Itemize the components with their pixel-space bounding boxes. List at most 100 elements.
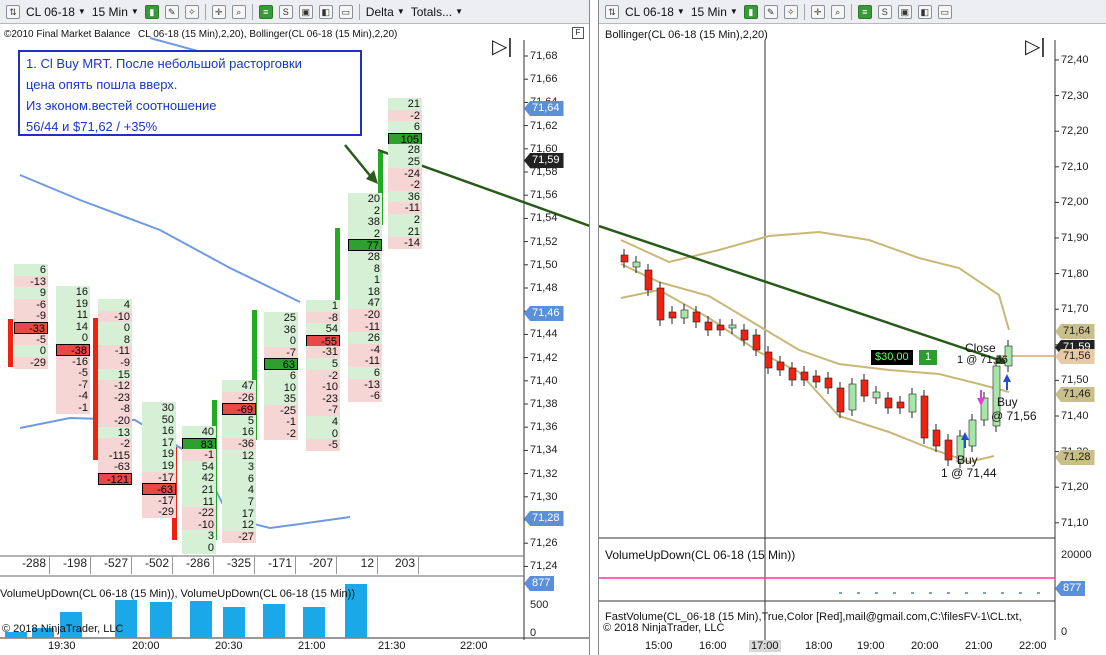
footprint-cell: -25 <box>264 404 298 417</box>
footprint-cell: 15 <box>98 368 132 381</box>
buy-detail: 1 @ 71,44 <box>941 466 997 480</box>
candle-body <box>800 371 809 381</box>
footprint-cell: 28 <box>388 144 422 157</box>
time-axis-label: 20:00 <box>911 640 939 652</box>
candle-body <box>764 351 773 369</box>
time-axis-label: 21:00 <box>298 640 326 652</box>
footprint-cell: -10 <box>98 310 132 323</box>
volume-tick <box>965 592 968 594</box>
footprint-cell: 6 <box>14 264 48 276</box>
footprint-cell: -2 <box>388 109 422 122</box>
volume-tick <box>857 592 860 594</box>
price-axis-label: 72,00 <box>1061 196 1089 209</box>
volume-bar <box>223 607 245 638</box>
volume-axis-label: 0 <box>530 627 537 639</box>
position-qty[interactable]: 1 <box>919 350 937 365</box>
volume-caption: VolumeUpDown(CL 06-18 (15 Min)) <box>605 548 796 562</box>
footprint-cell: -17 <box>142 494 176 507</box>
footprint-cell: 2 <box>348 227 382 240</box>
delta-total-cell: -325 <box>214 556 255 574</box>
footprint-cell: 1 <box>348 274 382 287</box>
delta-total-cell: -198 <box>50 556 91 574</box>
volume-price-tag: 877 <box>524 576 555 591</box>
volume-tick <box>911 592 914 594</box>
volume-tick <box>893 592 896 594</box>
footprint-cell: -11 <box>348 320 382 333</box>
candle-body <box>944 439 953 461</box>
price-axis-label: 71,52 <box>530 235 558 248</box>
footprint-cell: -5 <box>306 439 340 452</box>
price-axis-label: 71,90 <box>1061 232 1089 244</box>
candle-body <box>872 391 881 399</box>
footprint-cell: -11 <box>98 345 132 358</box>
footprint-cell: 21 <box>388 225 422 238</box>
delta-total-cell: -288 <box>0 556 50 574</box>
footprint-cell: 5 <box>222 414 256 427</box>
footprint-cell: 2 <box>348 204 382 217</box>
price-axis-label: 71,48 <box>530 282 558 294</box>
delta-total-cell: -527 <box>91 556 132 574</box>
footprint-cell: 54 <box>306 323 340 336</box>
volume-price-tag: 877 <box>1055 581 1086 596</box>
price-axis-label: 71,68 <box>530 50 558 62</box>
footprint-cell: 42 <box>182 472 216 485</box>
footprint-cell: -29 <box>14 356 48 369</box>
footprint-cell: 83 <box>182 437 216 451</box>
candle-bar <box>8 319 13 367</box>
footprint-cell: -16 <box>56 355 90 368</box>
close-label: Close <box>965 341 996 355</box>
footprint-cell: -11 <box>348 355 382 368</box>
footprint-cell: 21 <box>388 98 422 110</box>
footprint-cell: -9 <box>14 310 48 323</box>
footprint-cell: 5 <box>306 358 340 370</box>
candle-body <box>908 393 917 413</box>
candle-body <box>656 287 665 321</box>
footprint-cell: -6 <box>14 298 48 311</box>
footprint-cell: -20 <box>348 309 382 321</box>
footprint-cell: -7 <box>56 378 90 391</box>
time-axis-label: 18:00 <box>805 640 833 652</box>
footprint-cell: -13 <box>14 275 48 288</box>
volume-tick <box>929 592 932 594</box>
delta-total-cell: -502 <box>132 556 173 574</box>
right-chart-panel: ⇅ CL 06-18 ▼ 15 Min ▼ ▮ ✎ ✧ ✛ ⌕ ≡ S ▣ ◧ ▭ … <box>598 0 1106 655</box>
footprint-cell: -4 <box>56 390 90 403</box>
candle-body <box>896 401 905 409</box>
footprint-cell: -2 <box>98 438 132 451</box>
footprint-cell: 10 <box>264 381 298 394</box>
bollinger-middle <box>620 263 1010 393</box>
footprint-cell: -7 <box>264 346 298 359</box>
footprint-cell: 63 <box>264 358 298 371</box>
volume-tick <box>875 592 878 594</box>
footprint-cell: 40 <box>182 426 216 438</box>
footprint-cell: 3 <box>182 530 216 543</box>
footprint-cell: -11 <box>388 202 422 215</box>
footprint-cell: 8 <box>98 333 132 346</box>
price-axis-label: 71,40 <box>1061 410 1089 422</box>
footprint-cell: 20 <box>348 193 382 205</box>
footprint-cell: 77 <box>348 239 382 252</box>
footprint-cell: 25 <box>388 156 422 168</box>
note-line: цена опять пошла вверх. <box>26 77 178 92</box>
footprint-cell: 36 <box>388 190 422 203</box>
footprint-cell: -55 <box>306 334 340 348</box>
footprint-cell: -27 <box>222 530 256 543</box>
footprint-cell: 7 <box>222 496 256 508</box>
price-axis-label: 71,40 <box>530 374 558 387</box>
footprint-cell: 17 <box>142 436 176 449</box>
candle-body <box>920 395 929 439</box>
footprint-cell: -14 <box>388 237 422 250</box>
candle-body <box>776 361 785 371</box>
volume-bar <box>190 601 212 638</box>
copyright-bottom: © 2018 NinjaTrader, LLC <box>603 622 725 634</box>
time-axis-label: 22:00 <box>1019 640 1047 652</box>
price-axis-label: 71,38 <box>530 398 558 410</box>
volume-tick <box>947 592 950 594</box>
footprint-cell: 47 <box>222 380 256 392</box>
price-axis-label: 72,30 <box>1061 89 1089 102</box>
volume-tick <box>1019 592 1022 594</box>
candle-body <box>968 419 977 447</box>
footprint-cell: -33 <box>14 322 48 335</box>
candle-body <box>812 375 821 383</box>
left-chart-panel: ⇅ CL 06-18 ▼ 15 Min ▼ ▮ ✎ ✧ ✛ ⌕ ≡ S ▣ ◧ ▭ … <box>0 0 590 655</box>
